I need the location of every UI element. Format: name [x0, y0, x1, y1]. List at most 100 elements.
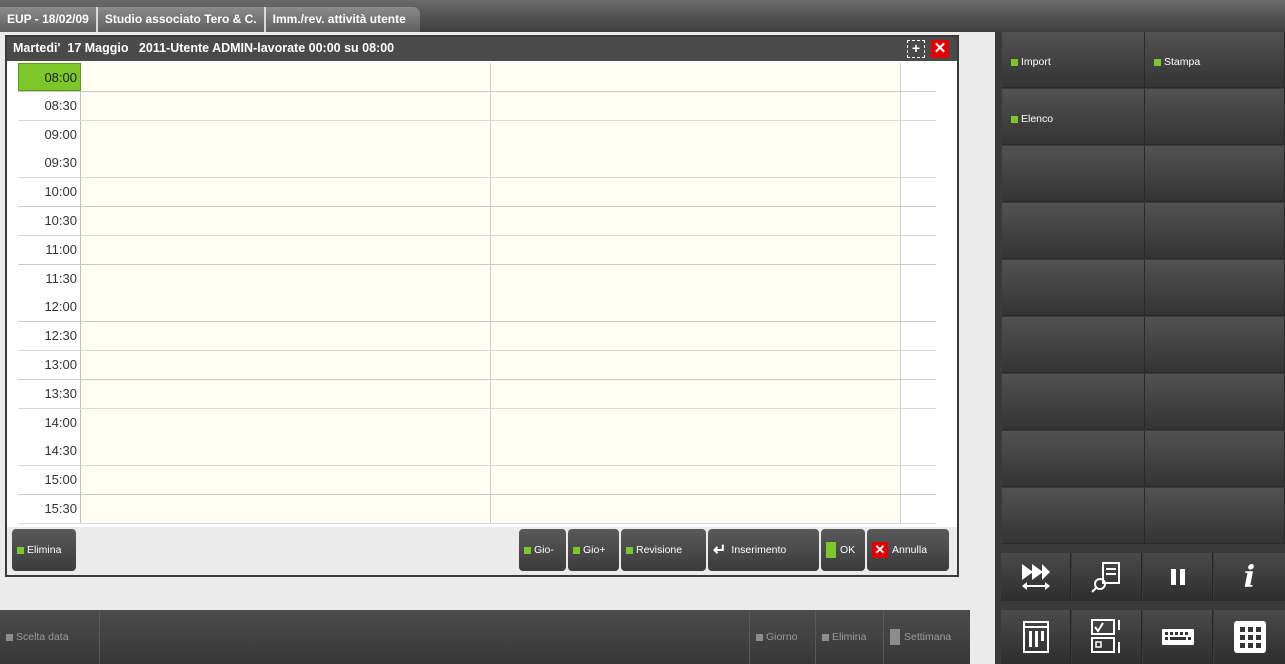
agenda-cell[interactable]	[81, 207, 491, 235]
agenda-cell[interactable]	[491, 322, 901, 351]
agenda-cell[interactable]	[901, 207, 936, 235]
agenda-cell[interactable]	[491, 264, 901, 293]
agenda-row[interactable]: 14:00	[18, 408, 936, 438]
time-label: 11:00	[18, 235, 81, 264]
agenda-row[interactable]: 12:00	[18, 293, 936, 323]
import-button[interactable]: Import	[1002, 32, 1145, 88]
green-square-icon	[524, 546, 531, 554]
agenda-cell[interactable]	[901, 351, 936, 379]
agenda-cell[interactable]	[491, 91, 901, 120]
agenda-cell[interactable]	[81, 235, 491, 264]
agenda-cell[interactable]	[901, 408, 936, 437]
info-icon[interactable]: i	[1214, 553, 1285, 601]
agenda-row[interactable]: 09:30	[18, 149, 936, 179]
close-icon[interactable]: ✕	[931, 40, 949, 58]
annulla-button[interactable]: ✕ Annulla	[867, 529, 949, 571]
agenda-cell[interactable]	[491, 207, 901, 235]
agenda-cell[interactable]	[901, 178, 936, 207]
gio-plus-button[interactable]: Gio+	[568, 529, 619, 571]
agenda-cell[interactable]	[491, 149, 901, 178]
agenda-cell[interactable]	[901, 149, 936, 178]
agenda-cell[interactable]	[491, 351, 901, 379]
agenda-cell[interactable]	[491, 120, 901, 149]
gio-minus-button[interactable]: Gio-	[519, 529, 566, 571]
agenda-cell[interactable]	[901, 120, 936, 149]
agenda-row[interactable]: 10:30	[18, 207, 936, 236]
agenda-cell[interactable]	[81, 437, 491, 466]
agenda-cell[interactable]	[81, 264, 491, 293]
grid-icon[interactable]	[1214, 610, 1285, 664]
agenda-cell[interactable]	[901, 495, 936, 523]
stampa-button[interactable]: Stampa	[1145, 32, 1285, 88]
agenda-cell[interactable]	[491, 466, 901, 495]
ok-button[interactable]: OK	[821, 529, 865, 571]
agenda-cell[interactable]	[901, 91, 936, 120]
inserimento-label: Inserimento	[731, 544, 787, 556]
agenda-cell[interactable]	[81, 149, 491, 178]
agenda-cell[interactable]	[81, 408, 491, 437]
agenda-row[interactable]: 09:00	[18, 120, 936, 150]
giorno-button[interactable]: Giorno	[750, 610, 816, 664]
agenda-row[interactable]: 15:30	[18, 495, 936, 524]
agenda-cell[interactable]	[901, 322, 936, 351]
settimana-button[interactable]: Settimana	[884, 610, 970, 664]
agenda-row[interactable]: 11:00	[18, 235, 936, 265]
agenda-row[interactable]: 13:00	[18, 351, 936, 380]
agenda-cell[interactable]	[491, 63, 901, 91]
agenda-cell[interactable]	[491, 495, 901, 523]
agenda-cell[interactable]	[491, 437, 901, 466]
agenda-cell[interactable]	[901, 293, 936, 322]
agenda-cell[interactable]	[901, 264, 936, 293]
pause-icon[interactable]	[1143, 553, 1213, 601]
agenda-cell[interactable]	[81, 178, 491, 207]
agenda-cell[interactable]	[81, 322, 491, 351]
tab-attivita[interactable]: Imm./rev. attività utente	[265, 7, 420, 32]
agenda-cell[interactable]	[491, 293, 901, 322]
scelta-data-button[interactable]: Scelta data	[0, 610, 100, 664]
expand-icon[interactable]: +	[907, 40, 925, 58]
agenda-cell[interactable]	[901, 466, 936, 495]
agenda-cell[interactable]	[491, 379, 901, 408]
agenda-cell[interactable]	[901, 437, 936, 466]
agenda-cell[interactable]	[901, 63, 936, 91]
agenda-cell[interactable]	[491, 235, 901, 264]
agenda-cell[interactable]	[81, 91, 491, 120]
empty-slot	[1002, 203, 1145, 259]
empty-slot	[1145, 374, 1285, 430]
agenda-cell[interactable]	[81, 379, 491, 408]
time-label: 15:00	[18, 466, 81, 495]
agenda-row[interactable]: 13:30	[18, 379, 936, 409]
agenda-row[interactable]: 08:30	[18, 91, 936, 121]
elimina-button[interactable]: Elimina	[12, 529, 76, 571]
agenda-cell[interactable]	[491, 178, 901, 207]
agenda-cell[interactable]	[81, 63, 491, 91]
agenda-row[interactable]: 14:30	[18, 437, 936, 467]
document-search-icon[interactable]	[1072, 553, 1142, 601]
keyboard-icon[interactable]	[1143, 610, 1213, 664]
agenda-row[interactable]: 15:00	[18, 466, 936, 496]
tab-eup[interactable]: EUP - 18/02/09	[0, 7, 98, 32]
agenda-cell[interactable]	[901, 379, 936, 408]
agenda-row[interactable]: 11:30	[18, 264, 936, 294]
elenco-button[interactable]: Elenco	[1002, 89, 1145, 145]
agenda-row[interactable]: 08:00	[18, 63, 936, 92]
empty-slot	[1002, 260, 1145, 316]
tab-studio[interactable]: Studio associato Tero & C.	[97, 7, 266, 32]
agenda-row[interactable]: 10:00	[18, 178, 936, 208]
calendar-icon[interactable]	[1001, 610, 1071, 664]
agenda-cell[interactable]	[81, 351, 491, 379]
records-icon[interactable]	[1072, 610, 1142, 664]
agenda-cell[interactable]	[901, 235, 936, 264]
bottom-elimina-button[interactable]: Elimina	[816, 610, 884, 664]
inserimento-button[interactable]: ↵ Inserimento	[708, 529, 819, 571]
agenda-cell[interactable]	[81, 293, 491, 322]
agenda-cell[interactable]	[81, 495, 491, 523]
agenda-row[interactable]: 12:30	[18, 322, 936, 352]
green-square-icon	[826, 542, 836, 558]
agenda-cell[interactable]	[81, 120, 491, 149]
fast-forward-swap-icon[interactable]	[1001, 553, 1071, 601]
agenda-cell[interactable]	[81, 466, 491, 495]
agenda-cell[interactable]	[491, 408, 901, 437]
revisione-button[interactable]: Revisione	[621, 529, 706, 571]
settimana-label: Settimana	[904, 631, 952, 643]
